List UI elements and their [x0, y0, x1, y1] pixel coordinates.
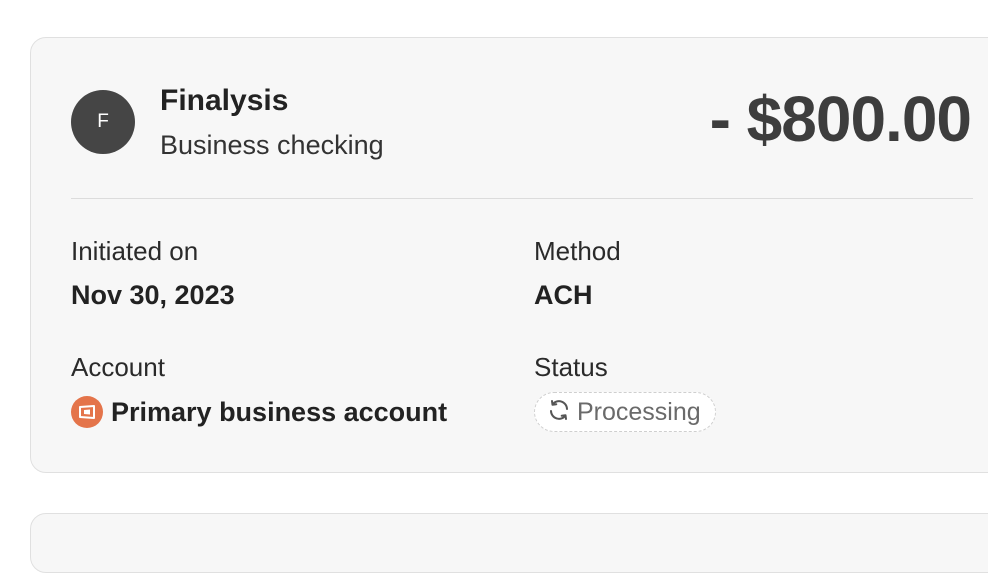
method-value: ACH [534, 280, 593, 310]
merchant-name: Finalysis [160, 84, 289, 117]
account-link[interactable]: Primary business account [71, 396, 447, 428]
status-text: Processing [577, 397, 701, 426]
account-type: Business checking [160, 130, 384, 160]
initiated-label: Initiated on [71, 236, 199, 266]
refresh-icon [547, 398, 571, 427]
initiated-value: Nov 30, 2023 [71, 280, 235, 310]
transaction-amount: - $800.00 [709, 83, 972, 155]
next-transaction-card [30, 513, 988, 573]
bank-logo-icon [71, 396, 103, 428]
account-label: Account [71, 352, 165, 382]
account-name: Primary business account [111, 396, 448, 427]
method-label: Method [534, 236, 621, 266]
merchant-avatar: F [71, 90, 135, 154]
transaction-card: F Finalysis Business checking - $800.00 … [30, 37, 988, 473]
divider [71, 198, 973, 199]
status-badge: Processing [534, 392, 716, 432]
status-label: Status [534, 352, 608, 382]
